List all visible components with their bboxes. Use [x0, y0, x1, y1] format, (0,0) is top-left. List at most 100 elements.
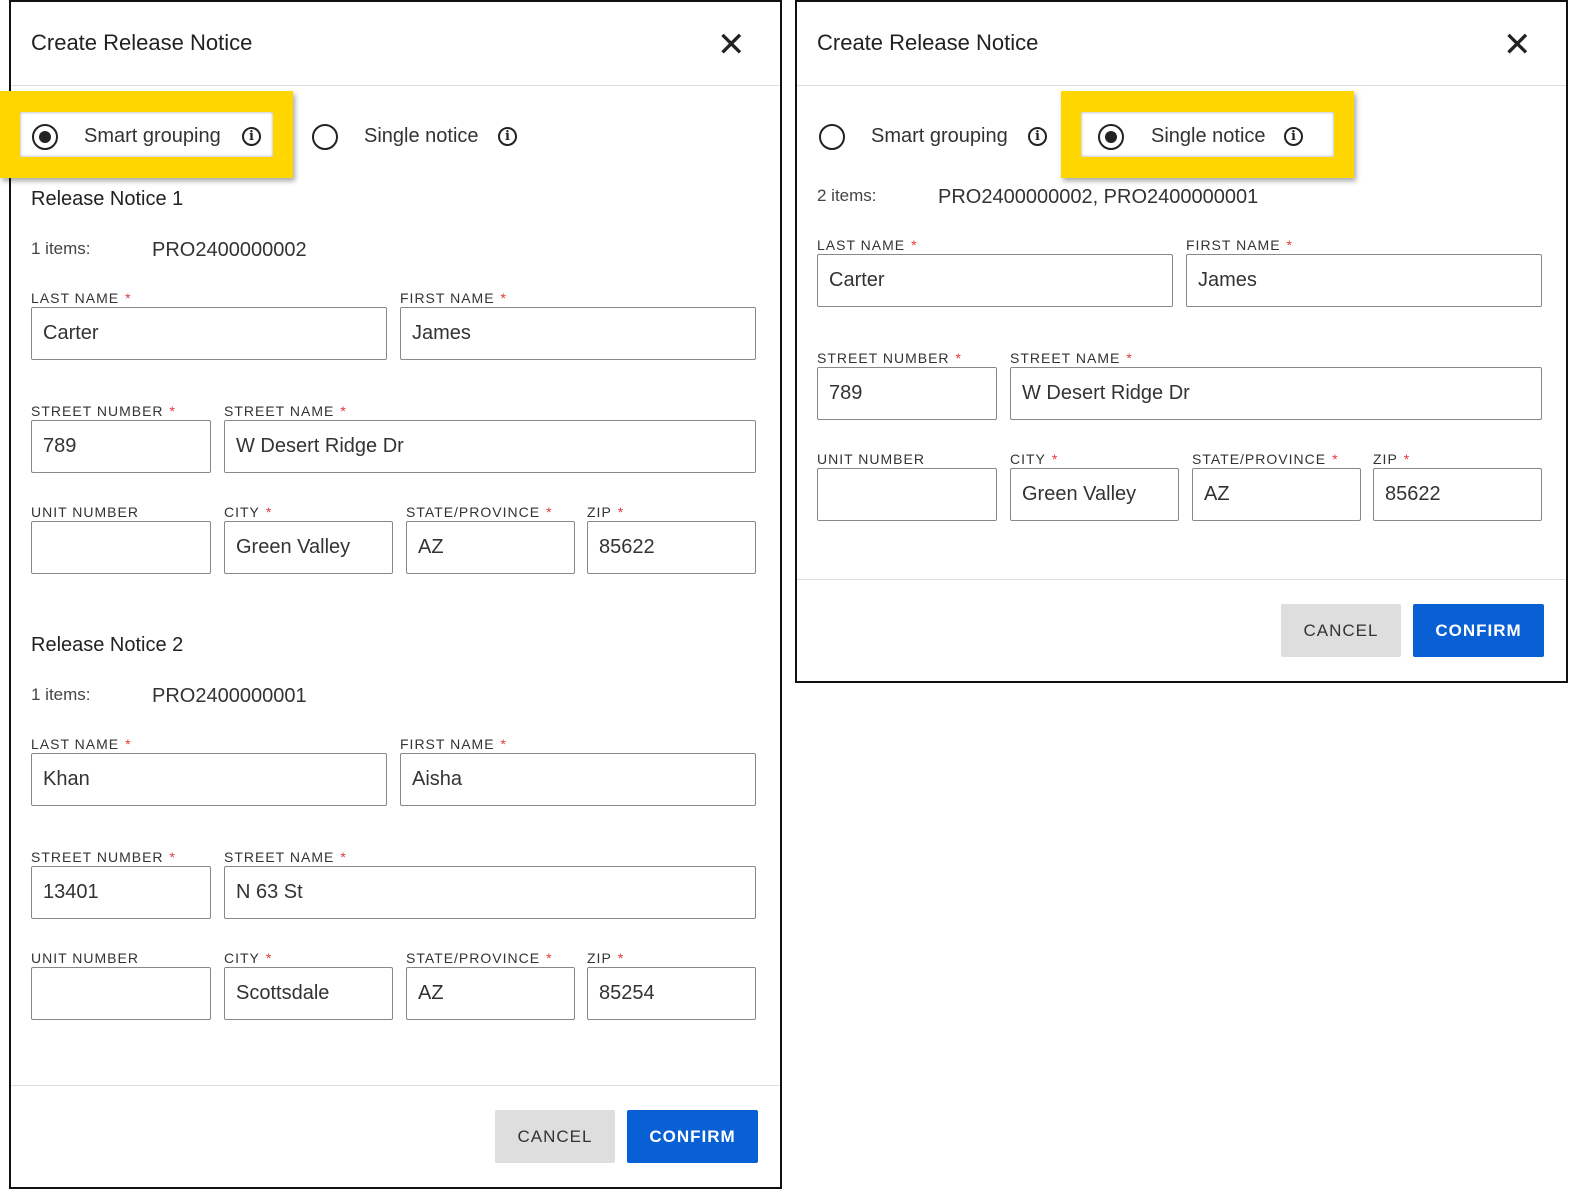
required-marker: *: [546, 950, 553, 966]
state-input[interactable]: AZ: [1192, 468, 1361, 521]
cancel-button[interactable]: CANCEL: [1281, 604, 1401, 657]
label-text: FIRST NAME: [400, 290, 495, 306]
label-text: STATE/PROVINCE: [1192, 451, 1327, 467]
notice-heading: Release Notice 2: [31, 634, 184, 656]
required-marker: *: [125, 290, 132, 306]
label-text: STREET NUMBER: [31, 849, 164, 865]
info-icon[interactable]: i: [1284, 127, 1303, 146]
label-text: UNIT NUMBER: [31, 504, 139, 520]
zip-input[interactable]: 85622: [1373, 468, 1542, 521]
unit-number-input[interactable]: [31, 967, 211, 1020]
required-marker: *: [340, 849, 347, 865]
city-input[interactable]: Scottsdale: [224, 967, 393, 1020]
items-count: 1 items:: [31, 239, 91, 258]
street-number-label: STREET NUMBER *: [31, 849, 176, 865]
zip-input[interactable]: 85622: [587, 521, 756, 574]
last-name-input[interactable]: Carter: [817, 254, 1173, 307]
dialog-title: Create Release Notice: [817, 30, 1039, 55]
label-text: ZIP: [587, 504, 612, 520]
radio-smart-grouping[interactable]: [819, 124, 845, 150]
street-name-label: STREET NAME *: [224, 403, 347, 419]
street-number-label: STREET NUMBER *: [817, 350, 962, 366]
zip-input[interactable]: 85254: [587, 967, 756, 1020]
first-name-input[interactable]: James: [400, 307, 756, 360]
header-divider: [797, 85, 1566, 86]
confirm-button[interactable]: CONFIRM: [1413, 604, 1544, 657]
radio-label[interactable]: Single notice: [1151, 125, 1266, 148]
unit-number-input[interactable]: [31, 521, 211, 574]
items-list: PRO2400000002: [152, 239, 307, 261]
label-text: STREET NAME: [224, 403, 335, 419]
street-name-input[interactable]: W Desert Ridge Dr: [224, 420, 756, 473]
info-icon[interactable]: i: [1028, 127, 1047, 146]
label-text: ZIP: [587, 950, 612, 966]
required-marker: *: [617, 950, 625, 966]
radio-smart-grouping[interactable]: [32, 124, 58, 150]
last-name-label: LAST NAME *: [31, 736, 132, 752]
required-marker: *: [1051, 451, 1059, 467]
footer-divider: [11, 1085, 780, 1086]
required-marker: *: [265, 504, 273, 520]
label-text: STREET NUMBER: [817, 350, 950, 366]
first-name-label: FIRST NAME *: [400, 290, 507, 306]
street-number-input[interactable]: 789: [817, 367, 997, 420]
radio-single-notice[interactable]: [312, 124, 338, 150]
info-icon[interactable]: i: [498, 127, 517, 146]
confirm-button[interactable]: CONFIRM: [627, 1110, 758, 1163]
city-input[interactable]: Green Valley: [1010, 468, 1179, 521]
required-marker: *: [500, 736, 507, 752]
required-marker: *: [169, 849, 176, 865]
footer-divider: [797, 579, 1566, 580]
label-text: ZIP: [1373, 451, 1398, 467]
items-list: PRO2400000001: [152, 685, 307, 707]
state-input[interactable]: AZ: [406, 967, 575, 1020]
radio-single-notice[interactable]: [1098, 124, 1124, 150]
label-text: STREET NUMBER: [31, 403, 164, 419]
first-name-input[interactable]: Aisha: [400, 753, 756, 806]
street-name-input[interactable]: N 63 St: [224, 866, 756, 919]
required-marker: *: [546, 504, 553, 520]
label-text: STREET NAME: [224, 849, 335, 865]
required-marker: *: [1332, 451, 1339, 467]
radio-label[interactable]: Single notice: [364, 125, 479, 148]
required-marker: *: [169, 403, 176, 419]
label-text: CITY: [224, 950, 260, 966]
last-name-label: LAST NAME *: [31, 290, 132, 306]
close-icon[interactable]: ✕: [717, 28, 746, 62]
required-marker: *: [1286, 237, 1293, 253]
radio-label[interactable]: Smart grouping: [84, 125, 221, 148]
close-icon[interactable]: ✕: [1503, 28, 1532, 62]
label-text: LAST NAME: [31, 736, 120, 752]
label-text: STATE/PROVINCE: [406, 504, 541, 520]
city-input[interactable]: Green Valley: [224, 521, 393, 574]
label-text: FIRST NAME: [400, 736, 495, 752]
street-number-input[interactable]: 13401: [31, 866, 211, 919]
street-number-label: STREET NUMBER *: [31, 403, 176, 419]
street-name-input[interactable]: W Desert Ridge Dr: [1010, 367, 1542, 420]
label-text: STREET NAME: [1010, 350, 1121, 366]
zip-label: ZIP *: [587, 950, 624, 966]
required-marker: *: [340, 403, 347, 419]
street-number-input[interactable]: 789: [31, 420, 211, 473]
zip-label: ZIP *: [1373, 451, 1410, 467]
last-name-input[interactable]: Carter: [31, 307, 387, 360]
last-name-input[interactable]: Khan: [31, 753, 387, 806]
info-icon[interactable]: i: [242, 127, 261, 146]
label-text: FIRST NAME: [1186, 237, 1281, 253]
items-count: 2 items:: [817, 186, 877, 205]
city-label: CITY *: [224, 504, 272, 520]
radio-label[interactable]: Smart grouping: [871, 125, 1008, 148]
city-label: CITY *: [224, 950, 272, 966]
dialog-title: Create Release Notice: [31, 30, 253, 55]
required-marker: *: [911, 237, 918, 253]
required-marker: *: [1403, 451, 1411, 467]
unit-number-label: UNIT NUMBER: [817, 451, 925, 467]
zip-label: ZIP *: [587, 504, 624, 520]
unit-number-input[interactable]: [817, 468, 997, 521]
state-label: STATE/PROVINCE *: [406, 950, 553, 966]
required-marker: *: [955, 350, 962, 366]
state-input[interactable]: AZ: [406, 521, 575, 574]
city-label: CITY *: [1010, 451, 1058, 467]
first-name-input[interactable]: James: [1186, 254, 1542, 307]
cancel-button[interactable]: CANCEL: [495, 1110, 615, 1163]
